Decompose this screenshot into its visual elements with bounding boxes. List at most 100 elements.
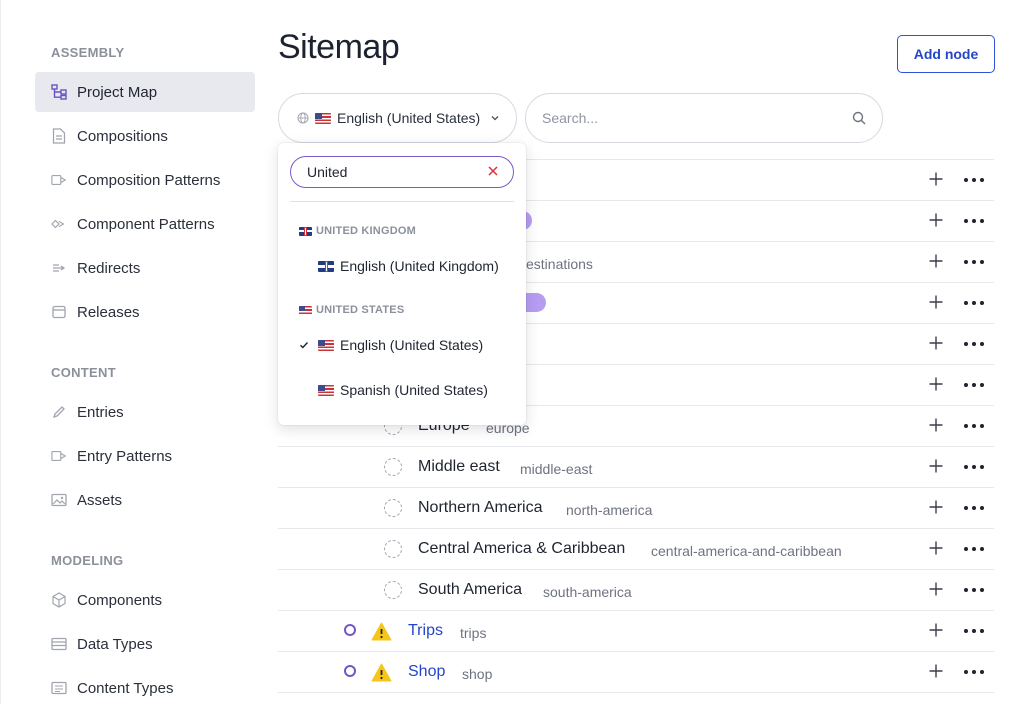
locale-option-en-gb[interactable]: English (United Kingdom) bbox=[278, 250, 526, 282]
plus-icon[interactable] bbox=[928, 540, 944, 556]
add-node-button[interactable]: Add node bbox=[897, 35, 995, 73]
search-input[interactable] bbox=[542, 110, 832, 126]
sidebar-item-label: Redirects bbox=[77, 259, 141, 277]
sidebar-item-label: Entry Patterns bbox=[77, 447, 173, 465]
locale-select[interactable]: English (United States) bbox=[278, 93, 517, 143]
locale-filter-field[interactable] bbox=[290, 156, 514, 188]
sidebar-item-entry-patterns[interactable]: Entry Patterns bbox=[35, 436, 255, 476]
warning-icon bbox=[371, 622, 392, 641]
sidebar-item-component-patterns[interactable]: Component Patterns bbox=[35, 204, 255, 244]
more-icon[interactable] bbox=[964, 255, 984, 269]
sidebar-item-content-types[interactable]: Content Types bbox=[35, 668, 255, 704]
us-flag-icon bbox=[315, 112, 331, 124]
sidebar-item-releases[interactable]: Releases bbox=[35, 292, 255, 332]
more-icon[interactable] bbox=[964, 296, 984, 310]
sidebar-item-label: Component Patterns bbox=[77, 215, 215, 233]
sidebar-item-components[interactable]: Components bbox=[35, 580, 255, 620]
globe-icon bbox=[297, 112, 309, 124]
more-icon[interactable] bbox=[964, 501, 984, 515]
us-flag-icon bbox=[299, 305, 312, 315]
more-icon[interactable] bbox=[964, 542, 984, 556]
table-row[interactable]: Middle east middle-east bbox=[278, 446, 994, 487]
close-icon[interactable] bbox=[487, 165, 499, 177]
plus-icon[interactable] bbox=[928, 212, 944, 228]
plus-icon[interactable] bbox=[928, 417, 944, 433]
sidebar-item-project-map[interactable]: Project Map bbox=[35, 72, 255, 112]
locale-option-label: Spanish (United States) bbox=[340, 382, 488, 398]
sidebar: ASSEMBLY Project Map Compositions Compos… bbox=[0, 0, 262, 704]
plus-icon[interactable] bbox=[928, 171, 944, 187]
plus-icon[interactable] bbox=[928, 581, 944, 597]
plus-icon[interactable] bbox=[928, 253, 944, 269]
row-slug: middle-east bbox=[520, 461, 593, 477]
more-icon[interactable] bbox=[964, 173, 984, 187]
draft-status-icon bbox=[384, 458, 402, 476]
section-label-assembly: ASSEMBLY bbox=[51, 45, 125, 60]
cube-icon bbox=[51, 592, 67, 608]
locale-select-value: English (United States) bbox=[337, 110, 481, 126]
more-icon[interactable] bbox=[964, 665, 984, 679]
plus-icon[interactable] bbox=[928, 663, 944, 679]
more-icon[interactable] bbox=[964, 214, 984, 228]
table-row[interactable]: Trips trips bbox=[278, 610, 994, 651]
sidebar-item-label: Releases bbox=[77, 303, 140, 321]
table-row[interactable]: Shop shop bbox=[278, 651, 994, 692]
locale-dropdown: UNITED KINGDOM English (United Kingdom) … bbox=[278, 143, 526, 425]
check-icon bbox=[300, 342, 309, 349]
pattern-icon bbox=[51, 172, 67, 188]
row-title[interactable]: Central America & Caribbean bbox=[418, 540, 625, 558]
sidebar-item-label: Data Types bbox=[77, 635, 153, 653]
sidebar-item-label: Assets bbox=[77, 491, 123, 509]
locale-option-en-us[interactable]: English (United States) bbox=[278, 329, 526, 361]
plus-icon[interactable] bbox=[928, 294, 944, 310]
row-title[interactable]: South America bbox=[418, 581, 522, 599]
chevron-down-icon bbox=[491, 116, 499, 121]
sidebar-item-data-types[interactable]: Data Types bbox=[35, 624, 255, 664]
row-slug: north-america bbox=[566, 502, 653, 518]
more-icon[interactable] bbox=[964, 460, 984, 474]
more-icon[interactable] bbox=[964, 378, 984, 392]
sidebar-item-label: Content Types bbox=[77, 679, 174, 697]
more-icon[interactable] bbox=[964, 337, 984, 351]
search-box[interactable] bbox=[525, 93, 883, 143]
divider bbox=[278, 692, 994, 693]
plus-icon[interactable] bbox=[928, 458, 944, 474]
row-title[interactable]: Trips bbox=[408, 622, 443, 640]
table-row[interactable]: Central America & Caribbean central-amer… bbox=[278, 528, 994, 569]
search-icon[interactable] bbox=[852, 111, 866, 125]
section-label-modeling: MODELING bbox=[51, 553, 124, 568]
sidebar-item-label: Components bbox=[77, 591, 163, 609]
locale-option-es-us[interactable]: Spanish (United States) bbox=[278, 374, 526, 406]
image-icon bbox=[51, 492, 67, 508]
node-status-icon bbox=[344, 624, 356, 636]
sidebar-item-redirects[interactable]: Redirects bbox=[35, 248, 255, 288]
plus-icon[interactable] bbox=[928, 376, 944, 392]
row-title[interactable]: Middle east bbox=[418, 458, 500, 476]
more-icon[interactable] bbox=[964, 419, 984, 433]
plus-icon[interactable] bbox=[928, 622, 944, 638]
table-row[interactable]: Northern America north-america bbox=[278, 487, 994, 528]
row-slug: south-america bbox=[543, 584, 632, 600]
sidebar-item-compositions[interactable]: Compositions bbox=[35, 116, 255, 156]
divider bbox=[290, 201, 514, 202]
locale-group-united-kingdom: UNITED KINGDOM bbox=[299, 225, 416, 237]
draft-status-icon bbox=[384, 581, 402, 599]
row-slug: central-america-and-caribbean bbox=[651, 543, 842, 559]
list-icon bbox=[51, 680, 67, 696]
draft-status-icon bbox=[384, 540, 402, 558]
row-slug: trips bbox=[460, 625, 487, 641]
locale-group-label: UNITED KINGDOM bbox=[316, 225, 416, 237]
more-icon[interactable] bbox=[964, 624, 984, 638]
plus-icon[interactable] bbox=[928, 499, 944, 515]
sidebar-item-composition-patterns[interactable]: Composition Patterns bbox=[35, 160, 255, 200]
table-row[interactable]: South America south-america bbox=[278, 569, 994, 610]
row-title[interactable]: Shop bbox=[408, 663, 445, 681]
locale-filter-input[interactable] bbox=[307, 164, 477, 180]
sidebar-item-assets[interactable]: Assets bbox=[35, 480, 255, 520]
sidebar-item-entries[interactable]: Entries bbox=[35, 392, 255, 432]
entry-pattern-icon bbox=[51, 448, 67, 464]
row-title[interactable]: Northern America bbox=[418, 499, 543, 517]
plus-icon[interactable] bbox=[928, 335, 944, 351]
locale-option-label: English (United States) bbox=[340, 337, 484, 353]
more-icon[interactable] bbox=[964, 583, 984, 597]
